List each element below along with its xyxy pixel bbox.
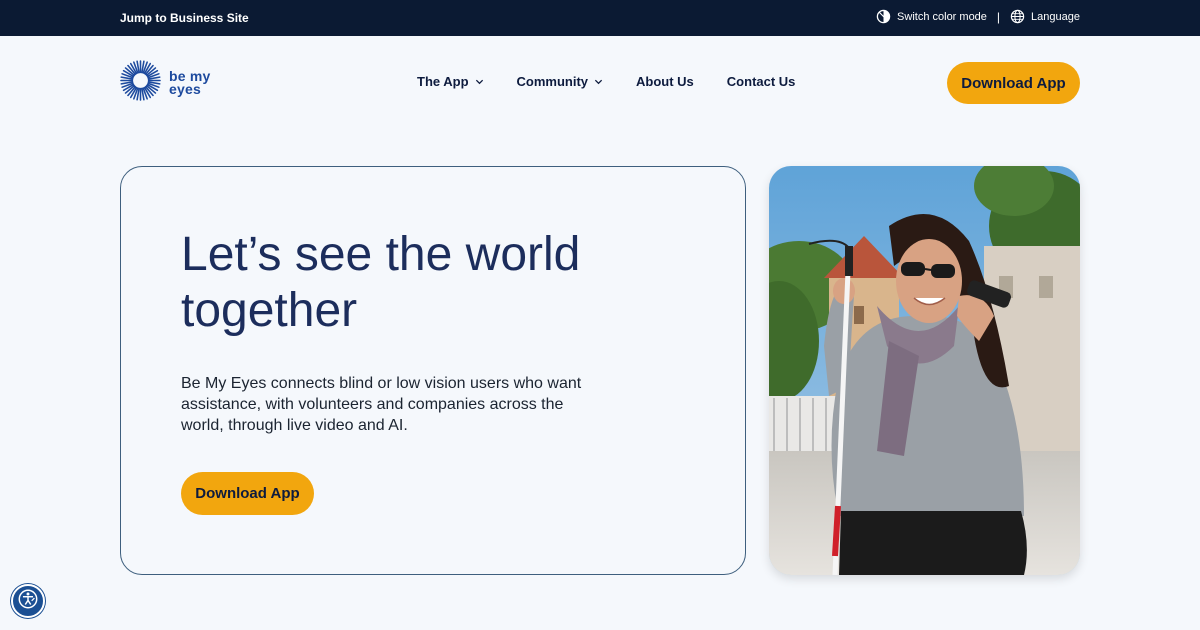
switch-color-mode-button[interactable]: Switch color mode [876, 9, 987, 24]
accessibility-widget-button[interactable] [11, 584, 45, 618]
top-utility-bar: Jump to Business Site Switch color mode … [0, 0, 1200, 36]
chevron-down-icon [475, 79, 483, 85]
nav-item-about-us[interactable]: About Us [636, 74, 694, 89]
hero-title: Let’s see the world together [181, 228, 581, 337]
color-mode-icon [876, 9, 891, 24]
nav-item-label: Contact Us [726, 74, 796, 89]
accessibility-icon [17, 588, 39, 615]
utility-separator: | [996, 9, 1001, 24]
nav-item-label: The App [417, 74, 469, 89]
globe-icon [1010, 9, 1025, 24]
hero-description: Be My Eyes connects blind or low vision … [181, 375, 582, 434]
utility-actions: Switch color mode | Language [876, 9, 1080, 24]
chevron-down-icon [594, 79, 603, 85]
color-mode-label: Switch color mode [897, 10, 987, 23]
photo-woman-with-white-cane-icon [769, 166, 1080, 575]
brand-logo[interactable]: be my eyes [120, 60, 210, 106]
logo-text-line2: eyes [169, 81, 201, 97]
nav-item-community[interactable]: Community [517, 74, 604, 89]
jump-to-business-link[interactable]: Jump to Business Site [120, 11, 249, 25]
nav-item-label: About Us [636, 74, 694, 89]
main-nav: The App Community About Us Contact Us [417, 74, 795, 89]
nav-item-the-app[interactable]: The App [417, 74, 484, 89]
hero-card: Let’s see the world together Be My Eyes … [120, 166, 746, 575]
nav-item-label: Community [516, 74, 589, 89]
nav-item-contact-us[interactable]: Contact Us [727, 74, 796, 89]
language-button[interactable]: Language [1010, 9, 1080, 24]
language-label: Language [1031, 10, 1080, 23]
logo-sunburst-icon [120, 60, 161, 106]
hero-photo [769, 166, 1080, 575]
logo-wordmark: be my eyes [169, 69, 210, 97]
hero-download-app-button[interactable]: Download App [181, 472, 314, 515]
header-download-app-button[interactable]: Download App [947, 62, 1080, 104]
